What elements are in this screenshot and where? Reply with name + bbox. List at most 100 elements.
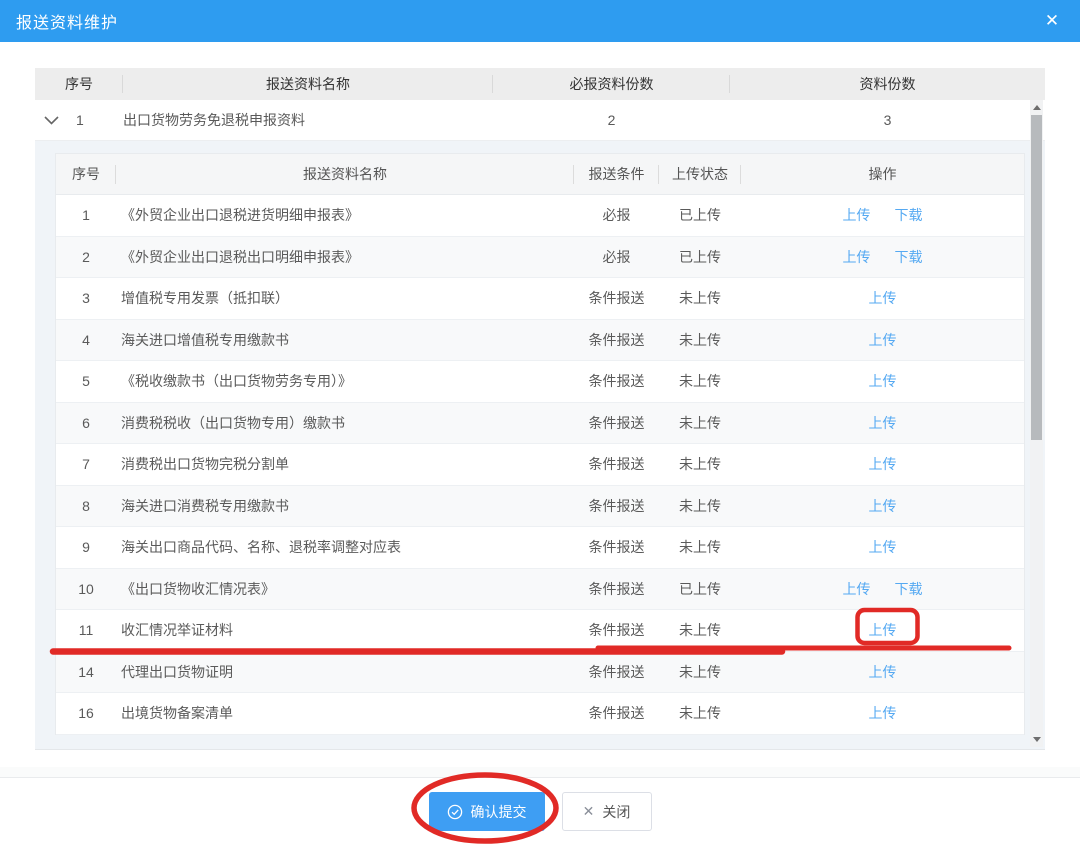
- inner-col-operation: 操作: [741, 154, 1024, 194]
- operation-cell: 上传: [741, 288, 1024, 308]
- close-button[interactable]: ✕ 关闭: [562, 792, 652, 831]
- inner-table-header: 序号 报送资料名称 报送条件 上传状态 操作: [56, 154, 1024, 195]
- inner-table-body: 1《外贸企业出口退税进货明细申报表》必报已上传上传下载2《外贸企业出口退税出口明…: [56, 195, 1024, 735]
- row-seq: 14: [56, 664, 116, 680]
- table-row: 7消费税出口货物完税分割单条件报送未上传 上传: [56, 444, 1024, 486]
- operation-cell: 上传 下载: [741, 247, 1024, 267]
- row-seq: 7: [56, 456, 116, 472]
- document-name: 海关进口增值税专用缴款书: [116, 330, 574, 350]
- report-condition: 条件报送: [574, 413, 659, 433]
- upload-link[interactable]: 上传: [843, 247, 871, 267]
- upload-status-badge: 未上传: [659, 537, 741, 557]
- table-row: 3增值税专用发票（抵扣联）条件报送未上传 上传: [56, 278, 1024, 320]
- scroll-down-icon[interactable]: [1030, 733, 1043, 746]
- upload-status-badge: 未上传: [659, 496, 741, 516]
- outer-col-copies: 资料份数: [730, 68, 1045, 100]
- upload-status-badge: 未上传: [659, 454, 741, 474]
- table-row: 10《出口货物收汇情况表》条件报送已上传上传下载: [56, 569, 1024, 611]
- table-row: 4海关进口增值税专用缴款书条件报送未上传上传: [56, 320, 1024, 362]
- detail-documents-table: 序号 报送资料名称 报送条件 上传状态 操作 1《外贸企业出口退税进货明细申报表…: [55, 153, 1025, 735]
- table-row: 1 出口货物劳务免退税申报资料 2 3: [35, 100, 1045, 141]
- operation-cell: 上传 下载: [741, 579, 1024, 599]
- upload-link[interactable]: 上传: [869, 413, 897, 433]
- upload-status-badge: 未上传: [659, 371, 741, 391]
- scrollbar-thumb[interactable]: [1031, 115, 1042, 440]
- table-row: 6消费税税收（出口货物专用）缴款书条件报送未上传上传: [56, 403, 1024, 445]
- row-seq: 16: [56, 705, 116, 721]
- report-condition: 条件报送: [574, 288, 659, 308]
- operation-cell: 上传: [741, 703, 1024, 723]
- expanded-detail-area: 序号 报送资料名称 报送条件 上传状态 操作 1《外贸企业出口退税进货明细申报表…: [35, 141, 1045, 750]
- outer-table-header: 序号 报送资料名称 必报资料份数 资料份数: [35, 68, 1045, 100]
- row-seq: 9: [56, 539, 116, 555]
- document-name: 消费税出口货物完税分割单: [116, 454, 574, 474]
- operation-cell: 上传: [741, 620, 1024, 640]
- operation-cell: 上传: [741, 454, 1024, 474]
- upload-link[interactable]: 上传: [843, 205, 871, 225]
- row-seq: 8: [56, 498, 116, 514]
- upload-status-badge: 已上传: [659, 579, 741, 599]
- document-name: 增值税专用发票（抵扣联）: [116, 288, 574, 308]
- upload-status-badge: 未上传: [659, 413, 741, 433]
- footer-divider: [0, 777, 1080, 778]
- upload-link[interactable]: 上传: [869, 662, 897, 682]
- report-condition: 必报: [574, 247, 659, 267]
- outer-row-name: 出口货物劳务免退税申报资料: [123, 110, 493, 130]
- row-seq: 3: [56, 290, 116, 306]
- document-name: 《外贸企业出口退税出口明细申报表》: [116, 247, 574, 267]
- report-condition: 条件报送: [574, 579, 659, 599]
- scroll-up-icon[interactable]: [1030, 101, 1043, 114]
- document-name: 海关进口消费税专用缴款书: [116, 496, 574, 516]
- report-condition: 条件报送: [574, 454, 659, 474]
- upload-link[interactable]: 上传: [869, 537, 897, 557]
- upload-link[interactable]: 上传: [869, 454, 897, 474]
- outer-row-seq: 1: [76, 112, 84, 128]
- upload-link[interactable]: 上传: [869, 288, 897, 308]
- upload-link[interactable]: 上传: [843, 579, 871, 599]
- close-icon[interactable]: ✕: [1040, 0, 1064, 42]
- document-name: 出境货物备案清单: [116, 703, 574, 723]
- upload-status-badge: 已上传: [659, 205, 741, 225]
- row-seq: 11: [56, 622, 116, 638]
- table-row: 1《外贸企业出口退税进货明细申报表》必报已上传 上传 下载: [56, 195, 1024, 237]
- x-icon: ✕: [583, 803, 595, 820]
- table-row: 2《外贸企业出口退税出口明细申报表》必报已上传 上传 下载: [56, 237, 1024, 279]
- upload-link[interactable]: 上传: [869, 371, 897, 391]
- upload-status-badge: 已上传: [659, 247, 741, 267]
- table-row: 14代理出口货物证明条件报送未上传上传: [56, 652, 1024, 694]
- row-seq: 6: [56, 415, 116, 431]
- check-circle-icon: [447, 804, 463, 820]
- outer-col-name: 报送资料名称: [123, 68, 493, 100]
- upload-link[interactable]: 上传: [869, 620, 897, 640]
- row-seq: 4: [56, 332, 116, 348]
- upload-link[interactable]: 上传: [869, 330, 897, 350]
- document-name: 《税收缴款书（出口货物劳务专用）》: [116, 371, 574, 391]
- report-condition: 条件报送: [574, 496, 659, 516]
- close-button-label: 关闭: [602, 802, 630, 822]
- inner-col-name: 报送资料名称: [116, 154, 574, 194]
- download-link[interactable]: 下载: [895, 205, 923, 225]
- confirm-submit-button[interactable]: 确认提交: [429, 792, 545, 831]
- inner-col-status: 上传状态: [659, 154, 741, 194]
- report-condition: 条件报送: [574, 703, 659, 723]
- row-seq: 10: [56, 581, 116, 597]
- outer-row-required-copies: 2: [493, 112, 730, 128]
- upload-link[interactable]: 上传: [869, 703, 897, 723]
- row-seq: 2: [56, 249, 116, 265]
- outer-row-seq-cell: 1: [35, 112, 123, 128]
- upload-status-badge: 未上传: [659, 330, 741, 350]
- operation-cell: 上传: [741, 496, 1024, 516]
- upload-status-badge: 未上传: [659, 288, 741, 308]
- upload-status-badge: 未上传: [659, 703, 741, 723]
- modal-title: 报送资料维护: [0, 9, 118, 33]
- row-seq: 1: [56, 207, 116, 223]
- report-condition: 条件报送: [574, 537, 659, 557]
- chevron-down-icon[interactable]: [44, 116, 59, 125]
- upload-link[interactable]: 上传: [869, 496, 897, 516]
- table-row: 11收汇情况举证材料条件报送未上传上传: [56, 610, 1024, 652]
- vertical-scrollbar[interactable]: [1030, 100, 1043, 747]
- report-condition: 必报: [574, 205, 659, 225]
- download-link[interactable]: 下载: [895, 247, 923, 267]
- document-name: 《外贸企业出口退税进货明细申报表》: [116, 205, 574, 225]
- download-link[interactable]: 下载: [895, 579, 923, 599]
